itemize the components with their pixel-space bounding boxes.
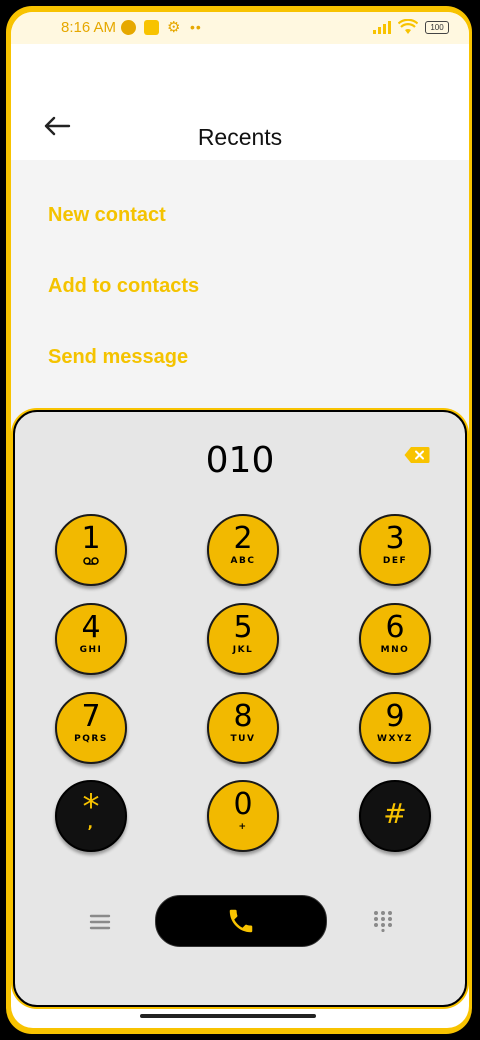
app-header: Recents (11, 44, 469, 160)
phone-icon (229, 909, 253, 933)
menu-icon[interactable] (89, 914, 111, 930)
dialed-number: 010 (205, 440, 275, 481)
voicemail-icon (83, 557, 99, 565)
dial-key-hash[interactable]: # (359, 780, 431, 852)
home-indicator[interactable] (140, 1014, 316, 1018)
status-bar: 8:16 AM ⚙ •• 100 (11, 12, 469, 44)
dial-key-8[interactable]: 8 TUV (207, 692, 279, 764)
more-dots-icon: •• (190, 19, 202, 35)
dial-key-9[interactable]: 9 WXYZ (359, 692, 431, 764)
dial-key-0[interactable]: 0 + (207, 780, 279, 852)
dialpad-toggle-icon[interactable] (373, 910, 393, 932)
dialpad-panel: 010 1 2 ABC 3 DEF 4 GHI 5 JKL 6 MNO 7 PQ… (13, 410, 467, 1007)
dial-key-3[interactable]: 3 DEF (359, 514, 431, 586)
status-time: 8:16 AM (61, 19, 117, 36)
signal-icon (373, 20, 391, 34)
status-left-icons: ⚙ •• (121, 19, 202, 35)
call-button[interactable] (155, 895, 327, 947)
send-message-option[interactable]: Send message (48, 346, 188, 369)
dial-key-6[interactable]: 6 MNO (359, 603, 431, 675)
screen: 8:16 AM ⚙ •• 100 Recents New contact Add… (11, 12, 469, 1028)
wifi-icon (398, 19, 418, 34)
battery-icon: 100 (425, 20, 449, 34)
page-title: Recents (197, 124, 283, 150)
add-to-contacts-option[interactable]: Add to contacts (48, 275, 199, 298)
dial-key-1[interactable]: 1 (55, 514, 127, 586)
dial-key-star[interactable]: * , (55, 780, 127, 852)
new-contact-option[interactable]: New contact (48, 204, 166, 227)
options-list: New contact Add to contacts Send message (11, 160, 469, 430)
dial-key-7[interactable]: 7 PQRS (55, 692, 127, 764)
notification-icon (121, 19, 136, 35)
app-square-icon (144, 19, 159, 35)
dial-key-5[interactable]: 5 JKL (207, 603, 279, 675)
dial-key-2[interactable]: 2 ABC (207, 514, 279, 586)
backspace-icon[interactable] (404, 446, 430, 464)
status-right-icons: 100 (373, 19, 449, 35)
gear-icon: ⚙ (167, 18, 181, 36)
dial-key-4[interactable]: 4 GHI (55, 603, 127, 675)
